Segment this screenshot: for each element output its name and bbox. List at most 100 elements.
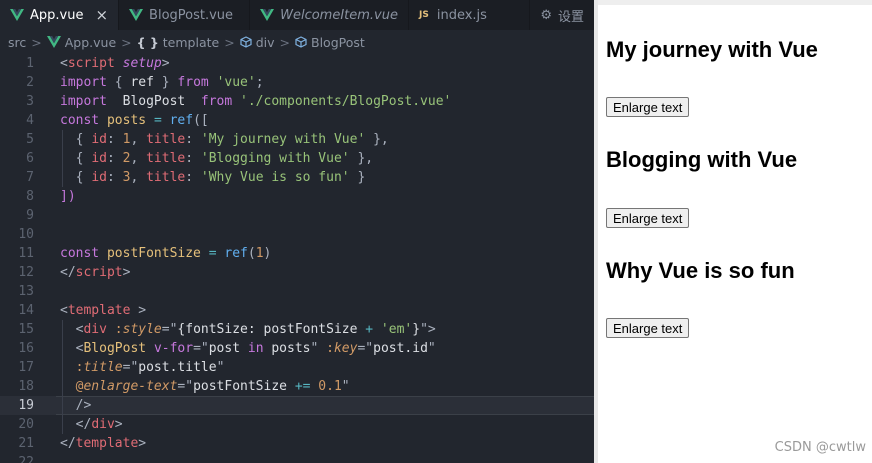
code-line[interactable]: 6 { id: 2, title: 'Blogging with Vue' }, [0, 149, 594, 168]
code-token: key [333, 341, 358, 356]
line-text: <script setup> [60, 54, 170, 73]
code-line[interactable]: 3 import BlogPost from './components/Blog… [0, 92, 594, 111]
code-token: ref [224, 246, 248, 261]
breadcrumb-blogpost[interactable]: BlogPost [295, 35, 365, 50]
line-text: <BlogPost v-for="post in posts" :key="po… [60, 339, 436, 358]
tab-index-js[interactable]: JS index.js [409, 0, 531, 30]
code-line[interactable]: 9 [0, 206, 594, 225]
line-number: 4 [26, 113, 34, 128]
code-token: /> [75, 398, 92, 413]
code-line[interactable]: 5 { id: 1, title: 'My journey with Vue' … [0, 130, 594, 149]
enlarge-text-button[interactable]: Enlarge text [606, 208, 690, 228]
code-line[interactable]: 12 </script> [0, 263, 594, 282]
code-token: { [75, 170, 92, 185]
preview-pane: My journey with Vue Enlarge text Bloggin… [598, 0, 872, 463]
code-token: id [91, 170, 107, 185]
code-line[interactable]: 21 </template> [0, 434, 594, 453]
line-number: 3 [26, 94, 34, 109]
breadcrumb-src[interactable]: src [8, 35, 26, 50]
breadcrumb: src > App.vue > { } template > div > Blo… [0, 30, 594, 54]
enlarge-text-button[interactable]: Enlarge text [606, 97, 690, 117]
code-line[interactable]: 15 <div :style="{fontSize: postFontSize … [0, 320, 594, 339]
code-token: setup [122, 56, 162, 71]
code-token: { [75, 132, 92, 147]
watermark: CSDN @cwtlw [774, 440, 866, 455]
line-text: :title="post.title" [60, 358, 225, 377]
vue-icon [10, 9, 24, 21]
code-token: : [106, 170, 123, 185]
line-number: 20 [18, 417, 34, 432]
code-token: posts [106, 113, 147, 128]
code-line[interactable]: 10 [0, 225, 594, 244]
code-token: style [122, 322, 162, 337]
code-line[interactable]: 8]) [0, 187, 594, 206]
code-editor[interactable]: App.vue × BlogPost.vue WelcomeItem.vue J… [0, 0, 594, 463]
code-line[interactable]: 13 [0, 282, 594, 301]
line-text: </script> [60, 263, 130, 282]
code-token: ref [169, 113, 194, 128]
code-token: ( [247, 246, 256, 261]
breadcrumb-template[interactable]: { } template [137, 35, 220, 50]
code-line[interactable]: 11 const postFontSize = ref(1) [0, 244, 594, 263]
tab-welcomeitem-vue[interactable]: WelcomeItem.vue [250, 0, 409, 30]
tab-blogpost-vue[interactable]: BlogPost.vue [119, 0, 251, 30]
line-text: /> [60, 396, 92, 415]
code-token: id [91, 151, 107, 166]
settings-icon: ⚙ [540, 7, 552, 23]
tab-label: BlogPost.vue [149, 7, 234, 23]
code-token: {fontSize: postFontSize [177, 322, 366, 337]
line-number: 12 [18, 265, 34, 280]
code-line[interactable]: 22 [0, 453, 594, 463]
code-token: import [60, 94, 107, 109]
code-line[interactable]: 18 @enlarge-text="postFontSize += 0.1" [0, 377, 594, 396]
code-token: div [91, 417, 115, 432]
tab-settings[interactable]: ⚙ 设置 [530, 0, 594, 30]
code-token: : [185, 132, 201, 147]
code-token: title [146, 151, 186, 166]
line-number: 5 [26, 132, 34, 147]
line-number: 7 [26, 170, 34, 185]
code-token: : [106, 132, 123, 147]
code-token: = [153, 113, 162, 128]
line-text: { id: 3, title: 'Why Vue is so fun' } [60, 168, 366, 187]
code-line[interactable]: 4 const posts = ref([ [0, 111, 594, 130]
code-line[interactable]: 17 :title="post.title" [0, 358, 594, 377]
enlarge-text-button[interactable]: Enlarge text [606, 318, 690, 338]
code-token: const [60, 246, 100, 261]
code-line[interactable]: 2 import { ref } from 'vue'; [0, 73, 594, 92]
code-line[interactable]: 16 <BlogPost v-for="post in posts" :key=… [0, 339, 594, 358]
code-token: 'em' [380, 322, 413, 337]
blog-post: Blogging with Vue Enlarge text [606, 147, 797, 228]
code-token: 0.1 [318, 379, 342, 394]
line-text: import { ref } from 'vue'; [60, 73, 264, 92]
code-area[interactable]: 1 <script setup> 2 import { ref } from 'vue… [0, 54, 594, 463]
close-icon[interactable]: × [95, 6, 108, 24]
code-line[interactable]: 7 { id: 3, title: 'Why Vue is so fun' } [0, 168, 594, 187]
code-token: ; [255, 75, 264, 90]
tab-app-vue[interactable]: App.vue × [0, 0, 120, 30]
code-token: from [200, 94, 233, 109]
code-token: " [427, 341, 436, 356]
code-token: > [122, 265, 131, 280]
code-token: , [130, 132, 147, 147]
code-line[interactable]: 1 <script setup> [0, 54, 594, 73]
code-token: : [185, 151, 201, 166]
code-token: } [412, 322, 421, 337]
code-token: : [326, 341, 334, 356]
line-number: 6 [26, 151, 34, 166]
code-token: </ [60, 265, 76, 280]
code-line[interactable]: 19 /> [0, 396, 594, 415]
code-token: : [114, 322, 123, 337]
breadcrumb-app-vue[interactable]: App.vue [46, 35, 116, 50]
code-line[interactable]: 14 <template > [0, 301, 594, 320]
breadcrumb-div[interactable]: div [240, 35, 275, 50]
code-line[interactable]: 20 </div> [0, 415, 594, 434]
code-token: title [146, 132, 186, 147]
line-text: import BlogPost from './components/BlogP… [60, 92, 451, 111]
